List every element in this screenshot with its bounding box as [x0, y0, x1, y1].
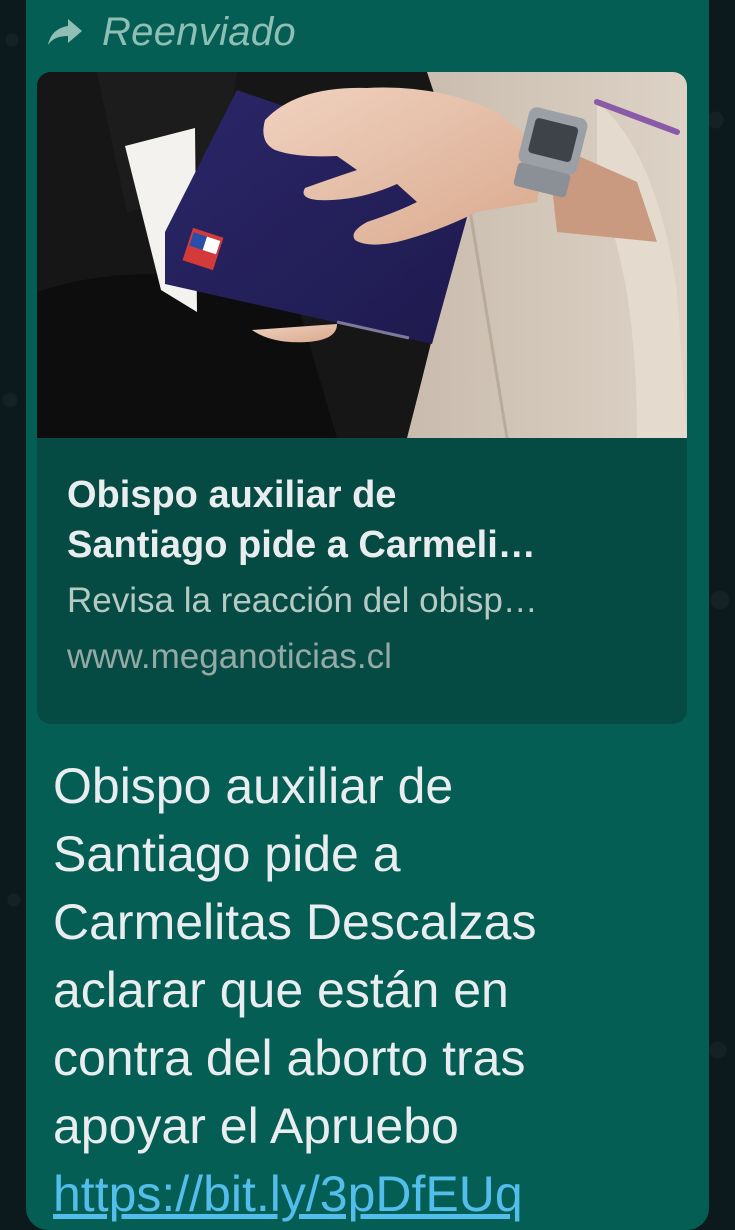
message-text-line: Obispo auxiliar de [53, 758, 454, 814]
forwarded-label: Reenviado [102, 9, 296, 54]
message-text-line: aclarar que están en [53, 962, 509, 1018]
preview-description: Revisa la reacción del obisp… [67, 581, 538, 620]
message-text-line: apoyar el Apruebo [53, 1098, 459, 1154]
message-text-line: contra del aborto tras [53, 1030, 526, 1086]
preview-title-line-1: Obispo auxiliar de [67, 474, 397, 516]
preview-text-block: Obispo auxiliar de Santiago pide a Carme… [67, 470, 667, 681]
forward-arrow-icon [46, 17, 84, 47]
message-text-line: Carmelitas Descalzas [53, 894, 537, 950]
preview-domain: www.meganoticias.cl [67, 637, 392, 676]
preview-title-line-2: Santiago pide a Carmeli… [67, 524, 536, 566]
link-preview-card[interactable]: Obispo auxiliar de Santiago pide a Carme… [37, 72, 687, 724]
message-link[interactable]: https://bit.ly/3pDfEUq [53, 1160, 693, 1228]
forwarded-indicator: Reenviado [46, 6, 296, 58]
message-text-line: Santiago pide a [53, 826, 401, 882]
message-text: Obispo auxiliar de Santiago pide a Carme… [53, 752, 693, 1228]
preview-image [37, 72, 687, 438]
